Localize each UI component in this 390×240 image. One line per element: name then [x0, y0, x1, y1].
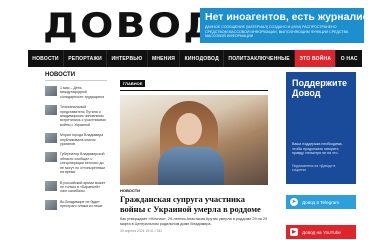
telegram-icon: ➤ [290, 198, 298, 206]
news-list: 1 мая – День международной солидарности … [45, 86, 107, 210]
news-section-title: НОВОСТИ [45, 72, 107, 81]
site-header: ДОВОД Нет иноагентов, есть журналисты ДА… [0, 0, 390, 50]
support-text: Ваша поддержка необходима, чтобы продолж… [292, 142, 343, 156]
banner-disclaimer: ДАННОЕ СООБЩЕНИЕ (МАТЕРИАЛ) СОЗДАНО И (И… [205, 25, 349, 39]
banner-title: Нет иноагентов, есть журналисты [205, 11, 364, 23]
nav-item-opinions[interactable]: МНЕНИЯ [148, 50, 181, 67]
main-tag-line: ГЛАВНОЕ [120, 72, 268, 91]
main-feature: ГЛАВНОЕ НОВОСТИ Гражданская супруга учас… [120, 72, 268, 233]
youtube-label: Довод на YouTube [302, 229, 341, 235]
article-category[interactable]: НОВОСТИ [120, 188, 268, 193]
nav-item-about[interactable]: О НАС [336, 50, 362, 67]
news-item-title[interactable]: Телеканальный представитель Путина о вла… [60, 105, 107, 127]
list-item[interactable]: В российский армии может не только в «Ба… [45, 180, 107, 194]
news-thumbnail [45, 180, 57, 191]
nav-item-interviews[interactable]: ИНТЕРВЬЮ [107, 50, 148, 67]
news-thumbnail [45, 86, 57, 96]
news-item-title[interactable]: Губернатор Владимирской области сообщил … [60, 152, 107, 174]
list-item[interactable]: Мэрия города Владимира опубликовала спис… [45, 133, 107, 146]
telegram-label: Довод в Telegram [302, 199, 340, 205]
news-thumbnail [45, 105, 57, 116]
hero-face-shape [176, 113, 202, 145]
article-lead: Как утверждает «Ночная», 29-летняя Анаст… [120, 217, 268, 226]
news-thumbnail [45, 152, 57, 163]
telegram-button[interactable]: ➤ Довод в Telegram [286, 195, 356, 209]
main-tag[interactable]: ГЛАВНОЕ [120, 80, 146, 87]
list-item[interactable]: 1 мая – День международной солидарности … [45, 86, 107, 99]
foreign-agent-banner[interactable]: Нет иноагентов, есть журналисты ДАННОЕ С… [200, 8, 364, 43]
news-thumbnail [45, 133, 57, 144]
youtube-button[interactable]: ▶ Довод на YouTube [286, 225, 356, 239]
news-item-title[interactable]: Во Владимире не будет престраго пляжа из… [60, 200, 107, 210]
news-thumbnail [45, 199, 57, 210]
hero-image[interactable] [120, 95, 268, 185]
list-item[interactable]: Телеканальный представитель Путина о вла… [45, 105, 107, 127]
news-item-title[interactable]: 1 мая – День международной солидарности … [60, 86, 107, 99]
support-subscribe-text: Подпишитесь на «Довод» в соцсетях [292, 164, 336, 173]
news-item-title[interactable]: Мэрия города Владимира опубликовала спис… [60, 133, 107, 146]
nav-item-political-prisoners[interactable]: ПОЛИТЗАКЛЮЧЕННЫЕ [224, 50, 296, 67]
article-meta: 30 апреля 2024 15:41 / 342 [120, 228, 163, 233]
list-item[interactable]: Во Владимире не будет престраго пляжа из… [45, 199, 107, 210]
nav-item-reports[interactable]: РЕПОРТАЖИ [64, 50, 108, 67]
nav-item-kinodovod[interactable]: КИНОДОВОД [180, 50, 225, 67]
article-headline[interactable]: Гражданская супруга участника войны с Ук… [120, 194, 268, 214]
news-item-title[interactable]: В российский армии может не только в «Ба… [60, 181, 107, 194]
main-nav: НОВОСТИ РЕПОРТАЖИ ИНТЕРВЬЮ МНЕНИЯ КИНОДО… [28, 50, 362, 67]
youtube-icon: ▶ [290, 228, 298, 236]
support-title: Поддержите Довод [292, 78, 347, 98]
hero-body-shape [158, 147, 224, 185]
nav-item-news[interactable]: НОВОСТИ [28, 50, 64, 67]
list-item[interactable]: Губернатор Владимирской области сообщил … [45, 152, 107, 174]
support-widget[interactable]: Поддержите Довод Ваша поддержка необходи… [286, 72, 356, 184]
nav-item-war[interactable]: ЭТО ВОЙНА [295, 50, 337, 67]
news-sidebar: НОВОСТИ 1 мая – День международной солид… [45, 72, 107, 216]
site-logo[interactable]: ДОВОД [43, 7, 220, 45]
